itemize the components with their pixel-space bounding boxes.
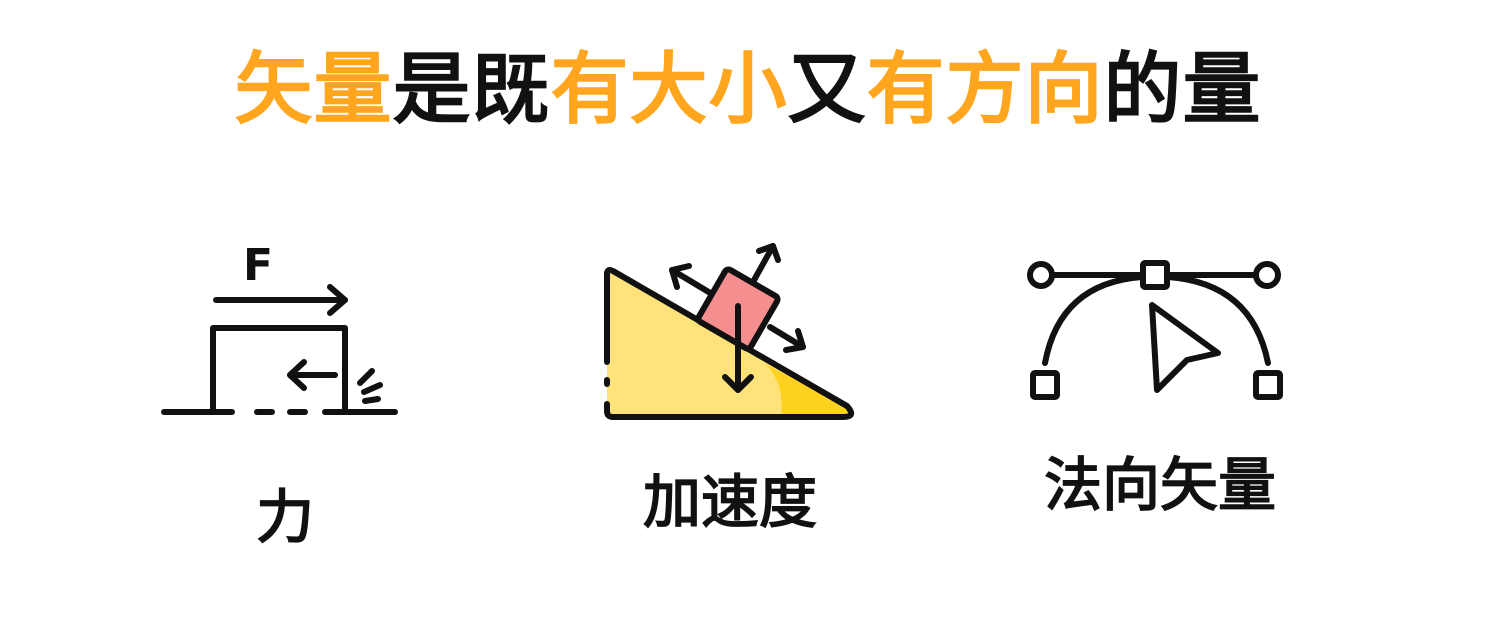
title-segment-vector: 矢量 bbox=[234, 45, 393, 135]
incline-block-icon bbox=[604, 243, 855, 420]
title-segment-magnitude: 有大小 bbox=[550, 45, 788, 135]
force-label: F bbox=[243, 240, 273, 291]
bezier-pen-icon bbox=[1027, 260, 1283, 400]
page-title: 矢量是既有大小又有方向的量 bbox=[0, 40, 1496, 140]
caption-normal-vector: 法向矢量 bbox=[1043, 451, 1276, 519]
title-segment-quantity: 的量 bbox=[1103, 45, 1262, 135]
title-segment-direction: 有方向 bbox=[866, 45, 1104, 135]
title-segment-and: 又 bbox=[787, 45, 867, 135]
caption-acceleration: 加速度 bbox=[642, 468, 817, 536]
title-segment-is: 是既 bbox=[392, 45, 551, 135]
force-icon: F bbox=[161, 240, 398, 415]
caption-force: 力 bbox=[255, 483, 314, 551]
